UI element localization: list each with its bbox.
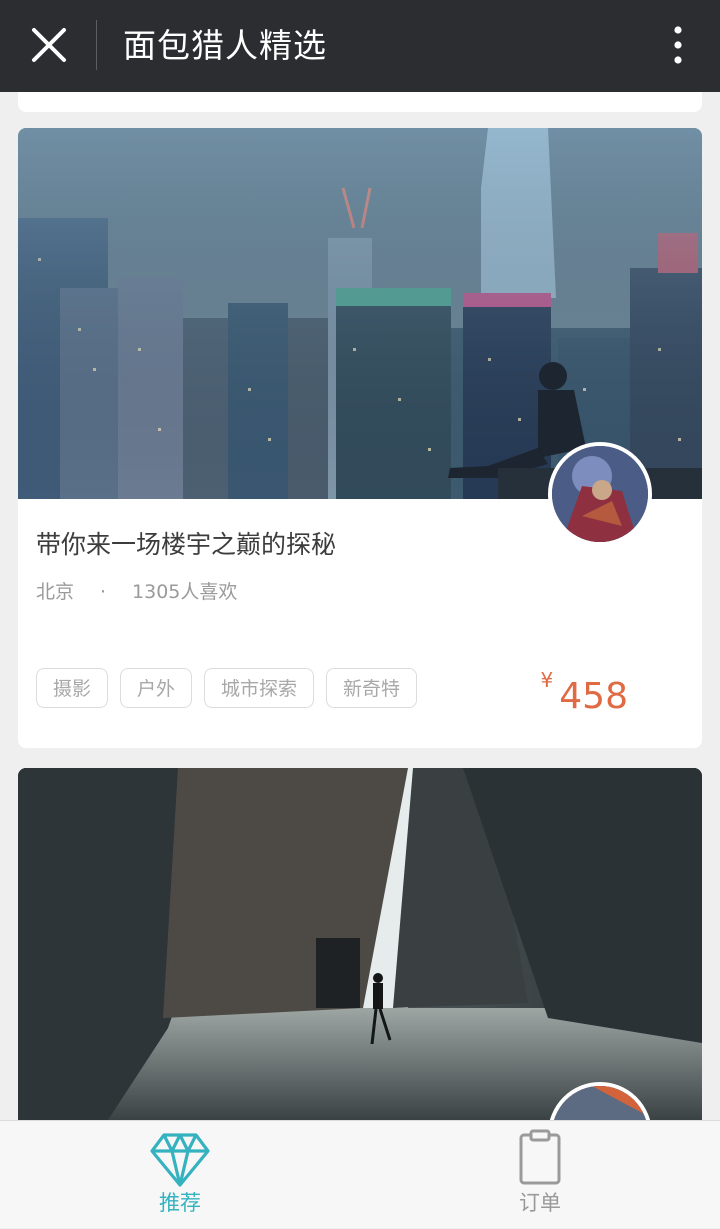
previous-card-edge [18,92,702,112]
location-text: 北京 [36,581,75,603]
feed[interactable]: 带你来一场楼宇之巅的探秘 北京 · 1305人喜欢 摄影 户外 城市探索 新奇特… [0,92,720,1120]
diamond-icon [150,1133,210,1187]
host-avatar[interactable] [548,442,652,546]
clipboard-icon [519,1129,561,1185]
price: ¥ 458 [541,666,628,722]
currency-symbol: ¥ [540,668,554,692]
tag[interactable]: 新奇特 [326,668,418,708]
more-vertical-icon[interactable] [666,24,690,68]
price-amount: 458 [559,676,628,717]
tag-list: 摄影 户外 城市探索 新奇特 [36,668,418,708]
card-cover-image[interactable] [18,768,702,1120]
top-bar: 面包猎人精选 [0,0,720,92]
activity-card[interactable] [18,768,702,1120]
tag[interactable]: 户外 [120,668,193,708]
tag[interactable]: 摄影 [36,668,109,708]
topbar-divider [96,20,97,70]
page-title: 面包猎人精选 [123,26,327,65]
card-meta: 北京 · 1305人喜欢 [36,578,237,606]
close-icon[interactable] [26,22,72,68]
card-title[interactable]: 带你来一场楼宇之巅的探秘 [36,528,336,562]
activity-card[interactable]: 带你来一场楼宇之巅的探秘 北京 · 1305人喜欢 摄影 户外 城市探索 新奇特… [18,128,702,748]
tab-recommend-label: 推荐 [159,1191,201,1215]
tab-recommend[interactable]: 推荐 [120,1121,240,1229]
meta-separator: · [99,581,107,603]
tab-orders[interactable]: 订单 [480,1121,600,1229]
tab-orders-label: 订单 [519,1191,561,1215]
tag[interactable]: 城市探索 [204,668,315,708]
bottom-nav: 推荐 订单 [0,1120,720,1228]
likes-count: 1305人喜欢 [132,581,238,603]
